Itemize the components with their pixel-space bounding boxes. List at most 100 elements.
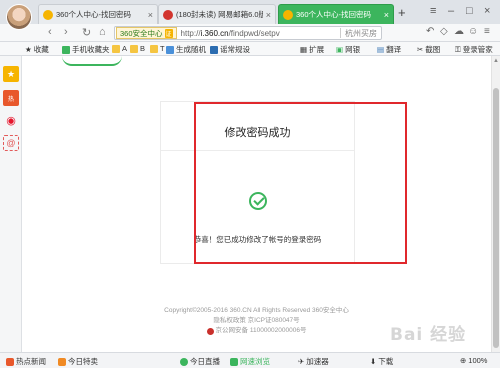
extensions-button[interactable]: ▦ 扩展	[300, 44, 324, 55]
site-logo	[62, 56, 122, 66]
account-icon[interactable]: ☺	[468, 26, 478, 37]
bookmark-label: 谣常规设	[220, 45, 250, 54]
watermark-text: Bai 经验	[390, 325, 467, 345]
tab-2[interactable]: (180封未读) 网易邮箱6.0版 ×	[158, 4, 276, 24]
screenshot-button[interactable]: ✂ 截图	[417, 44, 440, 55]
hot-icon[interactable]: 热	[3, 90, 19, 106]
bookmark-b[interactable]: B	[130, 44, 145, 53]
news-icon	[6, 357, 14, 366]
bookmark-random[interactable]: 生成随机	[166, 44, 206, 55]
button-label: 网银	[345, 45, 361, 54]
navigation-bar: ‹ › ↻ ⌂ 360安全中心 证 http://i.360.cn/findpw…	[0, 24, 500, 42]
forward-icon[interactable]: ›	[64, 26, 68, 38]
speed-icon	[230, 357, 238, 366]
close-icon[interactable]: ×	[266, 10, 271, 20]
login-manager-button[interactable]: ⚿ 登录管家	[455, 44, 493, 55]
certificate-badge: 证	[164, 28, 173, 38]
status-label: 今日直播	[190, 357, 220, 366]
star-icon: ★	[25, 45, 32, 54]
left-sidebar: ★ 热 ◉ @	[0, 56, 22, 352]
url-text[interactable]: http://i.360.cn/findpwd/setpv	[181, 29, 340, 38]
browse-mode-button[interactable]: 网速浏览	[230, 356, 270, 367]
360-favicon-icon	[43, 9, 53, 20]
daily-deals-button[interactable]: 今日特卖	[58, 356, 98, 367]
live-button[interactable]: 今日直播	[180, 356, 220, 367]
police-record[interactable]: 京公网安备 11000002000006号	[206, 326, 307, 336]
minimize-icon[interactable]: –	[448, 5, 454, 17]
translate-icon: ▤	[377, 45, 385, 54]
hot-news-button[interactable]: 热点新闻	[6, 356, 46, 367]
police-badge-icon	[206, 327, 214, 335]
bookmark-mobile[interactable]: 手机收藏夹	[62, 44, 110, 55]
address-bar[interactable]: 360安全中心 证 http://i.360.cn/findpwd/setpv …	[114, 26, 382, 40]
button-label: 翻译	[386, 45, 402, 54]
accelerator-button[interactable]: ✈ 加速器	[298, 356, 329, 367]
tab-title: 360个人中心-找回密码	[296, 10, 372, 19]
back-icon[interactable]: ‹	[48, 26, 52, 38]
download-button[interactable]: ⬇ 下载	[370, 356, 393, 367]
bookmark-favorites[interactable]: ★ 收藏	[25, 44, 49, 55]
key-icon: ⚿	[455, 44, 461, 54]
phone-icon	[62, 45, 70, 54]
weibo-icon[interactable]: ◉	[3, 112, 19, 128]
tab-title: (180封未读) 网易邮箱6.0版	[176, 10, 263, 19]
site-badge[interactable]: 360安全中心 证	[116, 27, 177, 39]
bookmarks-bar: ★ 收藏 手机收藏夹 A B T 生成随机 谣常规设 ▦ 扩展 ▣ 网银 ▤ 翻译 ✂ 截…	[0, 42, 500, 56]
status-label: 加速器	[306, 357, 329, 366]
scissors-icon: ✂	[417, 45, 424, 54]
close-icon[interactable]: ×	[148, 10, 153, 20]
status-label: 今日特卖	[68, 357, 98, 366]
bank-button[interactable]: ▣ 网银	[336, 44, 360, 55]
bookmark-a[interactable]: A	[112, 44, 127, 53]
bookmark-t[interactable]: T	[150, 44, 165, 53]
maximize-icon[interactable]: □	[466, 5, 473, 17]
close-window-icon[interactable]: ×	[484, 5, 490, 17]
folder-icon	[130, 44, 138, 53]
avatar[interactable]	[6, 4, 32, 30]
menu-icon[interactable]: ≡	[430, 5, 436, 17]
close-icon[interactable]: ×	[384, 10, 389, 20]
rocket-icon: ✈	[298, 357, 305, 366]
url-domain: i.360.cn	[200, 28, 229, 38]
folder-icon	[112, 44, 120, 53]
highlight-box	[194, 102, 407, 264]
shield-icon[interactable]: ◇	[440, 26, 448, 37]
new-tab-icon[interactable]: +	[398, 5, 406, 20]
status-label: 100%	[468, 356, 488, 365]
status-label: 热点新闻	[16, 357, 46, 366]
translate-button[interactable]: ▤ 翻译	[377, 44, 401, 55]
folder-icon	[150, 44, 158, 53]
scrollbar-thumb[interactable]	[493, 88, 499, 348]
cloud-icon[interactable]: ☁	[454, 26, 464, 37]
mail-favicon-icon	[163, 9, 173, 20]
zoom-level[interactable]: ⊕ 100%	[460, 356, 487, 365]
bank-icon: ▣	[336, 45, 344, 54]
mail-icon[interactable]: @	[3, 135, 19, 151]
status-bar: 热点新闻 今日特卖 今日直播 网速浏览 ✈ 加速器 ⬇ 下载 ⊕ 100%	[0, 352, 500, 368]
download-icon: ⬇	[370, 357, 377, 366]
bookmark-settings[interactable]: 谣常规设	[210, 44, 250, 55]
tab-1[interactable]: 360个人中心-找回密码 ×	[38, 4, 158, 24]
status-label: 下载	[378, 357, 394, 366]
menu-icon[interactable]: ≡	[484, 26, 490, 37]
favorites-star-icon[interactable]: ★	[3, 66, 19, 82]
tab-title: 360个人中心-找回密码	[56, 10, 132, 19]
tab-3-active[interactable]: 360个人中心-找回密码 ×	[278, 4, 394, 24]
zoom-icon: ⊕	[460, 356, 467, 365]
home-icon[interactable]: ⌂	[99, 26, 106, 38]
undo-icon[interactable]: ↶	[426, 26, 434, 37]
reload-icon[interactable]: ↻	[82, 26, 91, 39]
scroll-up-icon[interactable]: ▲	[493, 58, 499, 64]
bookmark-label: B	[140, 44, 146, 53]
bookmark-label: T	[160, 44, 165, 53]
bookmark-label: 收藏	[33, 45, 49, 54]
play-icon	[180, 357, 188, 366]
deals-icon	[58, 357, 66, 366]
tool-icon	[166, 45, 174, 54]
police-text: 京公网安备 11000002000006号	[215, 327, 307, 334]
tab-strip: 360个人中心-找回密码 × (180封未读) 网易邮箱6.0版 × 360个人…	[0, 0, 500, 24]
search-hint[interactable]: 杭州买房	[341, 28, 381, 39]
tool-icon	[210, 45, 218, 54]
url-path: /findpwd/setpv	[228, 28, 280, 38]
vertical-scrollbar[interactable]: ▲	[491, 56, 500, 352]
